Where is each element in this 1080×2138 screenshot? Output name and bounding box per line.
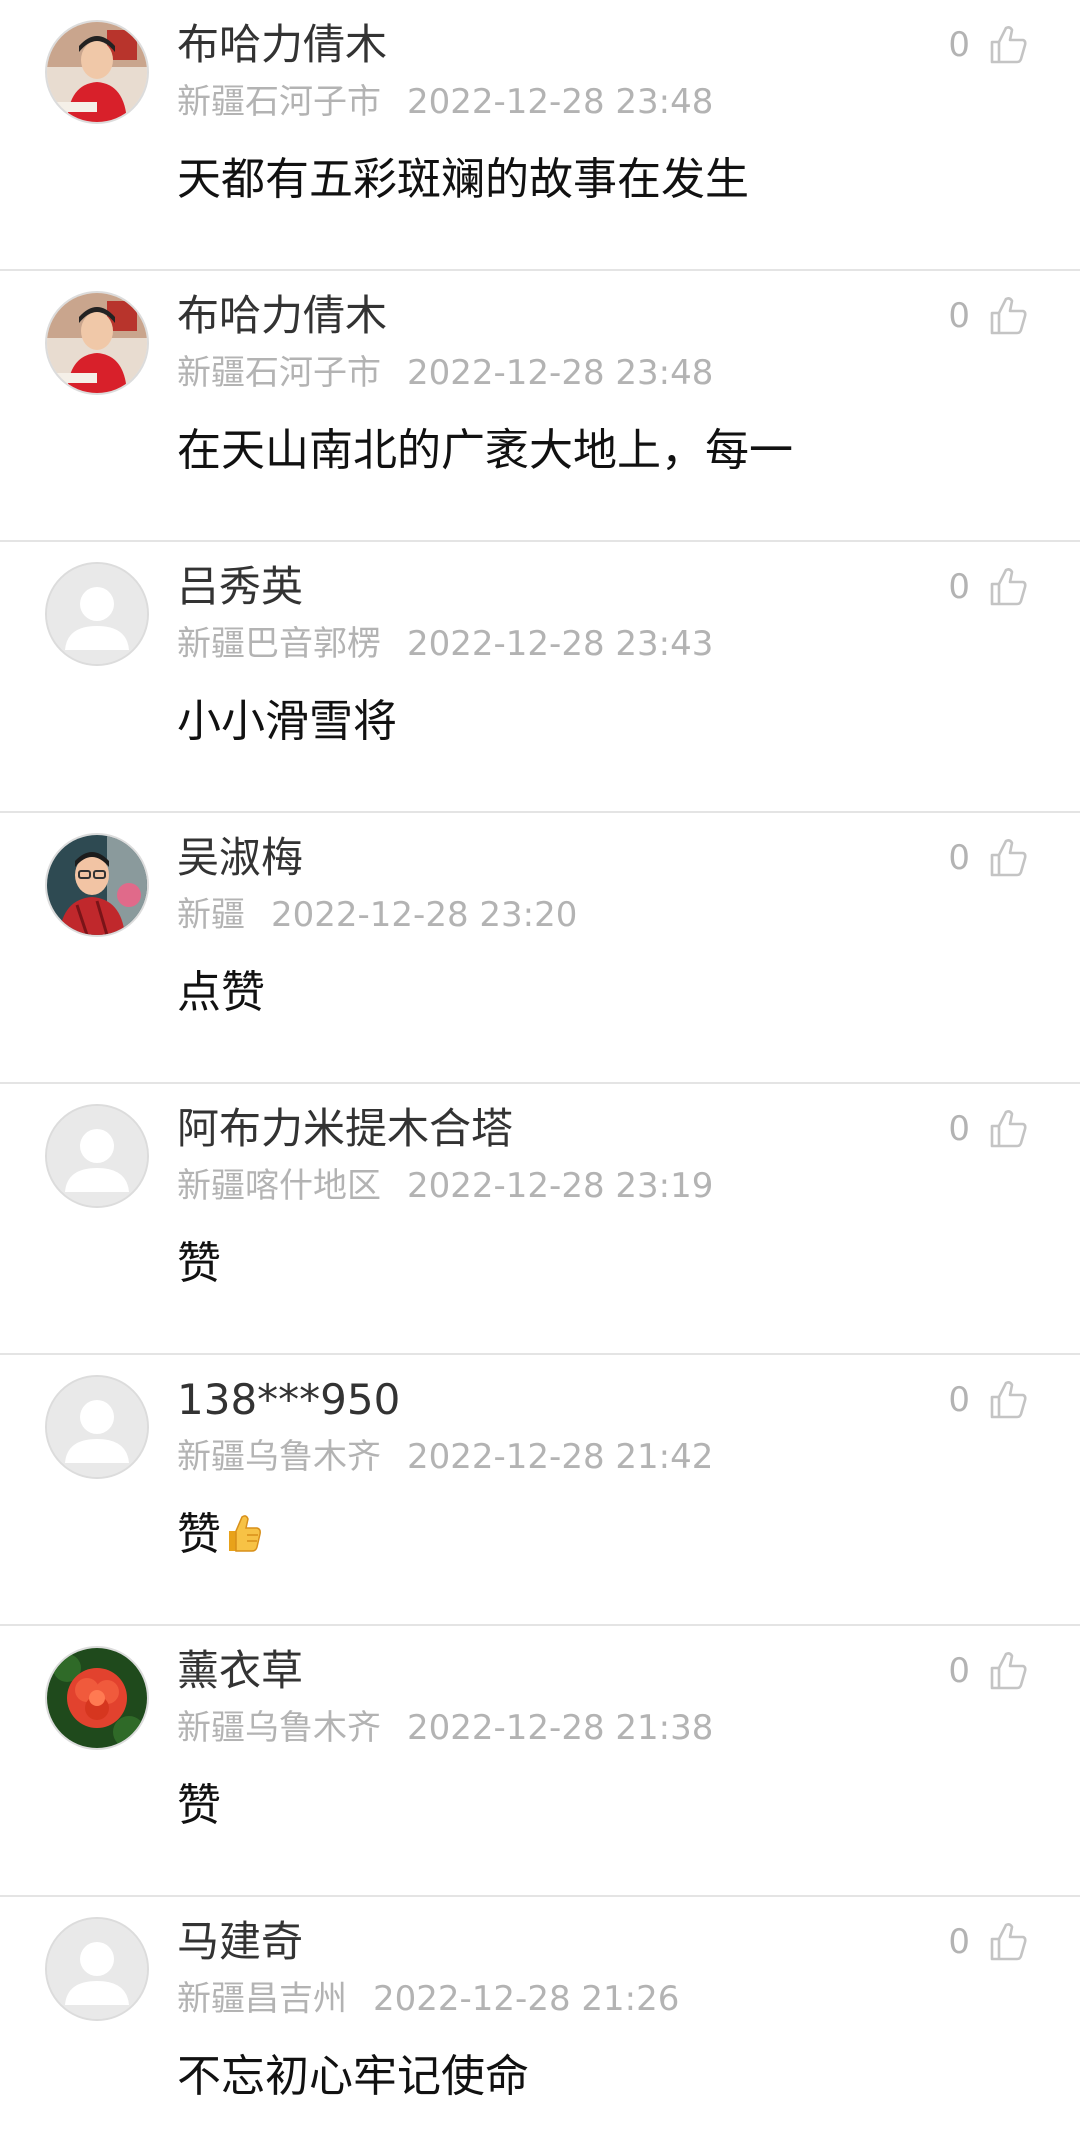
like-count: 0 [948, 567, 970, 607]
comment-time: 2022-12-28 23:48 [407, 353, 714, 393]
comment-text: 赞 [177, 1780, 221, 1831]
comment-meta: 新疆乌鲁木齐 2022-12-28 21:38 [177, 1705, 713, 1751]
user-name[interactable]: 138***950 [177, 1373, 400, 1427]
default-user-icon [47, 1377, 147, 1477]
default-user-icon [47, 1106, 147, 1206]
comment-meta: 新疆乌鲁木齐 2022-12-28 21:42 [177, 1434, 713, 1480]
like-count: 0 [948, 1922, 970, 1962]
user-avatar[interactable] [45, 562, 149, 666]
user-name[interactable]: 布哈力倩木 [177, 289, 387, 343]
like-button[interactable]: 0 [948, 1648, 1028, 1694]
user-name[interactable]: 薰衣草 [177, 1644, 303, 1698]
like-count: 0 [948, 1380, 970, 1420]
comment-time: 2022-12-28 23:20 [271, 895, 578, 935]
user-avatar[interactable] [45, 291, 149, 395]
comment-meta: 新疆巴音郭楞 2022-12-28 23:43 [177, 621, 713, 667]
comment-item: 吕秀英 新疆巴音郭楞 2022-12-28 23:43 小小滑雪将 0 [0, 542, 1080, 813]
like-button[interactable]: 0 [948, 1919, 1028, 1965]
thumbs-up-outline-icon[interactable] [988, 1108, 1028, 1150]
comment-item: 薰衣草 新疆乌鲁木齐 2022-12-28 21:38 赞 0 [0, 1626, 1080, 1897]
comment-text: 赞 [177, 1505, 263, 1565]
comment-text: 赞 [177, 1238, 221, 1289]
user-avatar[interactable] [45, 1375, 149, 1479]
user-avatar[interactable] [45, 1917, 149, 2021]
comment-text: 点赞 [177, 967, 265, 1018]
thumbs-up-outline-icon[interactable] [988, 1379, 1028, 1421]
like-count: 0 [948, 1651, 970, 1691]
thumbs-up-outline-icon[interactable] [988, 566, 1028, 608]
like-button[interactable]: 0 [948, 1377, 1028, 1423]
comment-text: 小小滑雪将 [177, 696, 397, 747]
comment-meta: 新疆石河子市 2022-12-28 23:48 [177, 350, 713, 396]
like-button[interactable]: 0 [948, 22, 1028, 68]
comment-time: 2022-12-28 21:38 [407, 1708, 714, 1748]
comment-meta: 新疆石河子市 2022-12-28 23:48 [177, 79, 713, 125]
like-button[interactable]: 0 [948, 1106, 1028, 1152]
comment-text-content: 赞 [177, 1509, 221, 1560]
avatar-photo-person-red [47, 293, 147, 393]
user-location: 新疆石河子市 [177, 353, 381, 393]
comment-time: 2022-12-28 23:43 [407, 624, 714, 664]
user-location: 新疆喀什地区 [177, 1166, 381, 1206]
like-button[interactable]: 0 [948, 293, 1028, 339]
avatar-photo-person-glasses [47, 835, 147, 935]
comment-meta: 新疆昌吉州 2022-12-28 21:26 [177, 1976, 679, 2022]
user-name[interactable]: 阿布力米提木合塔 [177, 1102, 513, 1156]
like-count: 0 [948, 25, 970, 65]
thumbs-up-outline-icon[interactable] [988, 1921, 1028, 1963]
user-location: 新疆乌鲁木齐 [177, 1437, 381, 1477]
comment-time: 2022-12-28 23:48 [407, 82, 714, 122]
like-count: 0 [948, 1109, 970, 1149]
comment-meta: 新疆喀什地区 2022-12-28 23:19 [177, 1163, 713, 1209]
comment-item: 吴淑梅 新疆 2022-12-28 23:20 点赞 0 [0, 813, 1080, 1084]
avatar-photo-red-flower [47, 1648, 147, 1748]
user-name[interactable]: 吕秀英 [177, 560, 303, 614]
comment-list: 布哈力倩木 新疆石河子市 2022-12-28 23:48 天都有五彩斑斓的故事在… [0, 0, 1080, 2138]
like-count: 0 [948, 296, 970, 336]
comment-text: 天都有五彩斑斓的故事在发生 [177, 154, 749, 205]
like-button[interactable]: 0 [948, 564, 1028, 610]
comment-item: 阿布力米提木合塔 新疆喀什地区 2022-12-28 23:19 赞 0 [0, 1084, 1080, 1355]
comment-item: 布哈力倩木 新疆石河子市 2022-12-28 23:48 天都有五彩斑斓的故事在… [0, 0, 1080, 271]
thumbs-up-outline-icon[interactable] [988, 1650, 1028, 1692]
comment-text: 在天山南北的广袤大地上，每一 [177, 425, 793, 476]
comment-item: 布哈力倩木 新疆石河子市 2022-12-28 23:48 在天山南北的广袤大地上… [0, 271, 1080, 542]
thumbs-up-outline-icon[interactable] [988, 837, 1028, 879]
thumbs-up-outline-icon[interactable] [988, 295, 1028, 337]
user-location: 新疆 [177, 895, 245, 935]
thumbs-up-outline-icon[interactable] [988, 24, 1028, 66]
comment-time: 2022-12-28 21:42 [407, 1437, 714, 1477]
user-name[interactable]: 布哈力倩木 [177, 18, 387, 72]
default-user-icon [47, 1919, 147, 2019]
comment-time: 2022-12-28 21:26 [373, 1979, 680, 2019]
user-location: 新疆石河子市 [177, 82, 381, 122]
user-name[interactable]: 吴淑梅 [177, 831, 303, 885]
user-location: 新疆昌吉州 [177, 1979, 347, 2019]
user-avatar[interactable] [45, 833, 149, 937]
user-avatar[interactable] [45, 20, 149, 124]
user-name[interactable]: 马建奇 [177, 1915, 303, 1969]
comment-meta: 新疆 2022-12-28 23:20 [177, 892, 577, 938]
user-location: 新疆巴音郭楞 [177, 624, 381, 664]
user-avatar[interactable] [45, 1104, 149, 1208]
like-button[interactable]: 0 [948, 835, 1028, 881]
comment-time: 2022-12-28 23:19 [407, 1166, 714, 1206]
comment-item: 138***950 新疆乌鲁木齐 2022-12-28 21:42 赞 0 [0, 1355, 1080, 1626]
thumbs-up-emoji-icon [221, 1509, 263, 1560]
user-avatar[interactable] [45, 1646, 149, 1750]
comment-item: 马建奇 新疆昌吉州 2022-12-28 21:26 不忘初心牢记使命 0 [0, 1897, 1080, 2138]
like-count: 0 [948, 838, 970, 878]
comment-text: 不忘初心牢记使命 [177, 2051, 529, 2102]
user-location: 新疆乌鲁木齐 [177, 1708, 381, 1748]
default-user-icon [47, 564, 147, 664]
avatar-photo-person-red [47, 22, 147, 122]
